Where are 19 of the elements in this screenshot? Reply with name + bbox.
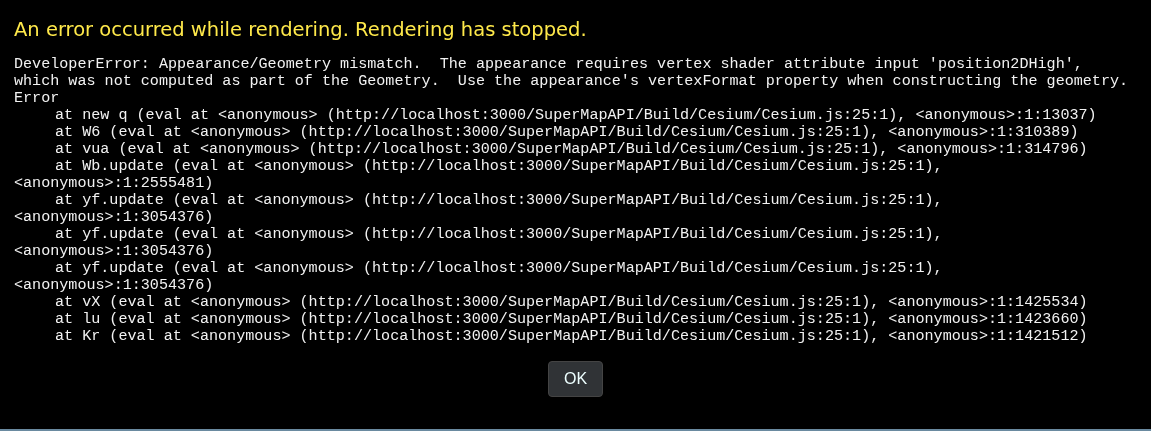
stack-trace-line: at vua (eval at <anonymous> (http://localhost:3000/SuperMapAPI/Build/Cesium/Cesium.js:25:1), <anonymous>:1:314796): [55, 141, 1088, 158]
error-message-line: Error: [14, 90, 60, 107]
stack-trace-line: at W6 (eval at <anonymous> (http://localhost:3000/SuperMapAPI/Build/Cesium/Cesium.js:25:1), <anonymous>:1:310389): [55, 124, 1079, 141]
stack-trace-line: <anonymous>:1:3054376): [14, 277, 214, 294]
error-message-line: which was not computed as part of the Geometry. Use the appearance's vertexFormat property when constructing the geometry.: [14, 73, 1129, 90]
stack-trace-line: <anonymous>:1:2555481): [14, 175, 214, 192]
stack-trace-line: at Kr (eval at <anonymous> (http://localhost:3000/SuperMapAPI/Build/Cesium/Cesium.js:25:1), <anonymous>:1:1421512): [55, 328, 1088, 345]
stack-trace-line: at vX (eval at <anonymous> (http://localhost:3000/SuperMapAPI/Build/Cesium/Cesium.js:25:1), <anonymous>:1:1425534): [55, 294, 1088, 311]
stack-trace-line: <anonymous>:1:3054376): [14, 209, 214, 226]
error-title: An error occurred while rendering. Rendering has stopped.: [14, 17, 587, 43]
stack-trace-line: at yf.update (eval at <anonymous> (http://localhost:3000/SuperMapAPI/Build/Cesium/Cesium.js:25:1),: [55, 192, 943, 209]
stack-trace-line: at Wb.update (eval at <anonymous> (http://localhost:3000/SuperMapAPI/Build/Cesium/Cesium.js:25:1),: [55, 158, 943, 175]
stack-trace-line: at lu (eval at <anonymous> (http://localhost:3000/SuperMapAPI/Build/Cesium/Cesium.js:25:1), <anonymous>:1:1423660): [55, 311, 1088, 328]
ok-button[interactable]: OK: [547, 361, 604, 397]
error-message-line: DeveloperError: Appearance/Geometry mismatch. The appearance requires vertex shader attribute input 'position2DHigh',: [14, 56, 1083, 73]
stack-trace-line: <anonymous>:1:3054376): [14, 243, 214, 260]
stack-trace-line: at yf.update (eval at <anonymous> (http://localhost:3000/SuperMapAPI/Build/Cesium/Cesium.js:25:1),: [55, 260, 943, 277]
stack-trace-line: at yf.update (eval at <anonymous> (http://localhost:3000/SuperMapAPI/Build/Cesium/Cesium.js:25:1),: [55, 226, 943, 243]
stack-trace-line: at new q (eval at <anonymous> (http://localhost:3000/SuperMapAPI/Build/Cesium/Cesium.js:25:1), <anonymous>:1:13037): [55, 107, 1097, 124]
